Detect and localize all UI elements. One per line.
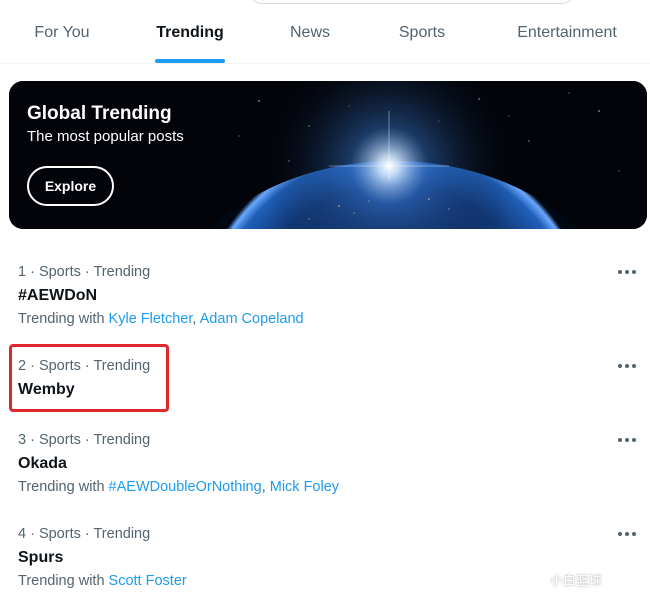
tab-bar: For You Trending News Sports Entertainme… <box>0 0 650 64</box>
trend-name: Spurs <box>18 549 64 566</box>
more-options-icon[interactable] <box>614 525 640 543</box>
trend-meta: 4 · Sports · Trending <box>18 526 151 542</box>
more-options-icon[interactable] <box>614 357 640 375</box>
trend-meta: 3 · Sports · Trending <box>18 432 151 448</box>
watermark-logo-icon <box>533 572 547 587</box>
trend-related-link[interactable]: Mick Foley <box>270 479 339 495</box>
tab-trending[interactable]: Trending <box>156 24 224 42</box>
trend-related-link[interactable]: #AEWDoubleOrNothing <box>109 479 262 495</box>
tab-news[interactable]: News <box>290 24 330 42</box>
trend-context: Trending with Scott Foster <box>18 573 187 589</box>
explore-button[interactable]: Explore <box>27 166 114 206</box>
trend-related-link[interactable]: Scott Foster <box>109 573 187 589</box>
more-options-icon[interactable] <box>614 431 640 449</box>
active-tab-indicator <box>155 59 225 63</box>
trend-related-link[interactable]: Adam Copeland <box>200 311 304 327</box>
trend-context-prefix: Trending with <box>18 573 105 589</box>
trend-context-prefix: Trending with <box>18 311 105 327</box>
trend-item[interactable]: 1 · Sports · Trending #AEWDoN Trending w… <box>0 256 650 336</box>
watermark-text: 小白篮球 <box>550 573 603 588</box>
trend-context: Trending with #AEWDoubleOrNothing, Mick … <box>18 479 340 495</box>
highlight-annotation-box <box>9 344 169 412</box>
banner-subtitle: The most popular posts <box>27 128 184 145</box>
trend-context: Trending with Kyle Fletcher, Adam Copela… <box>18 311 304 327</box>
trend-meta: 1 · Sports · Trending <box>18 264 151 280</box>
watermark: 小白篮球 <box>533 570 602 589</box>
global-trending-banner[interactable]: Global Trending The most popular posts E… <box>9 81 647 229</box>
tab-for-you[interactable]: For You <box>34 24 89 42</box>
banner-title: Global Trending <box>27 103 172 124</box>
trend-name: Okada <box>18 455 67 472</box>
tab-sports[interactable]: Sports <box>399 24 445 42</box>
trend-context-prefix: Trending with <box>18 479 105 495</box>
trend-related-link[interactable]: Kyle Fletcher <box>109 311 193 327</box>
trend-item[interactable]: 3 · Sports · Trending Okada Trending wit… <box>0 424 650 504</box>
more-options-icon[interactable] <box>614 263 640 281</box>
tab-entertainment[interactable]: Entertainment <box>517 24 617 42</box>
trend-name: #AEWDoN <box>18 287 98 304</box>
